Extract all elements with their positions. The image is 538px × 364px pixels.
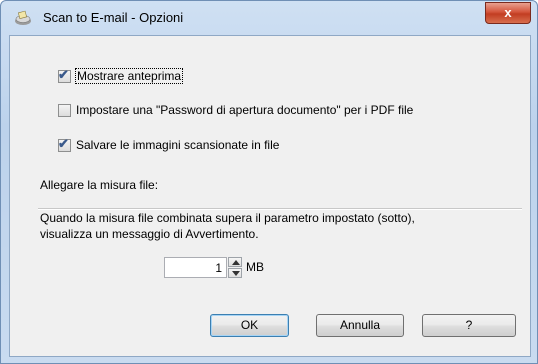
checkbox-save-scanned[interactable]: ✔	[58, 136, 71, 152]
attach-size-description-line2: visualizza un messaggio di Avvertimento.	[40, 227, 259, 241]
arrow-up-icon	[232, 260, 240, 265]
option-show-preview-label[interactable]: Mostrare anteprima	[74, 68, 184, 84]
size-value: 1	[215, 261, 222, 275]
window-title: Scan to E-mail - Opzioni	[43, 10, 184, 25]
separator	[38, 208, 522, 210]
attach-size-description-line1: Quando la misura file combinata supera i…	[40, 211, 415, 225]
title-bar[interactable]: Scan to E-mail - Opzioni x	[1, 1, 537, 35]
checkmark-icon: ✔	[58, 136, 69, 151]
help-button[interactable]: ?	[422, 314, 516, 337]
spin-up-button[interactable]	[228, 257, 242, 267]
size-spinner[interactable]	[228, 257, 242, 278]
checkmark-icon: ✔	[58, 67, 69, 82]
checkbox-pdf-password[interactable]	[58, 104, 71, 117]
cancel-button[interactable]: Annulla	[316, 314, 404, 337]
spin-down-button[interactable]	[228, 268, 242, 278]
dialog-content: ✔ Mostrare anteprima Impostare una "Pass…	[9, 35, 531, 357]
size-input[interactable]: 1	[164, 257, 227, 278]
size-unit-label: MB	[246, 260, 264, 274]
option-save-scanned-label[interactable]: Salvare le immagini scansionate in file	[76, 138, 279, 152]
ok-button[interactable]: OK	[210, 314, 289, 337]
attach-size-heading: Allegare la misura file:	[40, 178, 159, 192]
scanner-app-icon	[15, 10, 31, 25]
close-icon: x	[504, 5, 512, 20]
dialog-window: Scan to E-mail - Opzioni x ✔ Mostrare an…	[0, 0, 538, 364]
option-pdf-password-label[interactable]: Impostare una "Password di apertura docu…	[76, 103, 413, 117]
arrow-down-icon	[232, 271, 240, 276]
close-button[interactable]: x	[485, 2, 531, 24]
checkbox-show-preview[interactable]: ✔	[58, 67, 71, 83]
